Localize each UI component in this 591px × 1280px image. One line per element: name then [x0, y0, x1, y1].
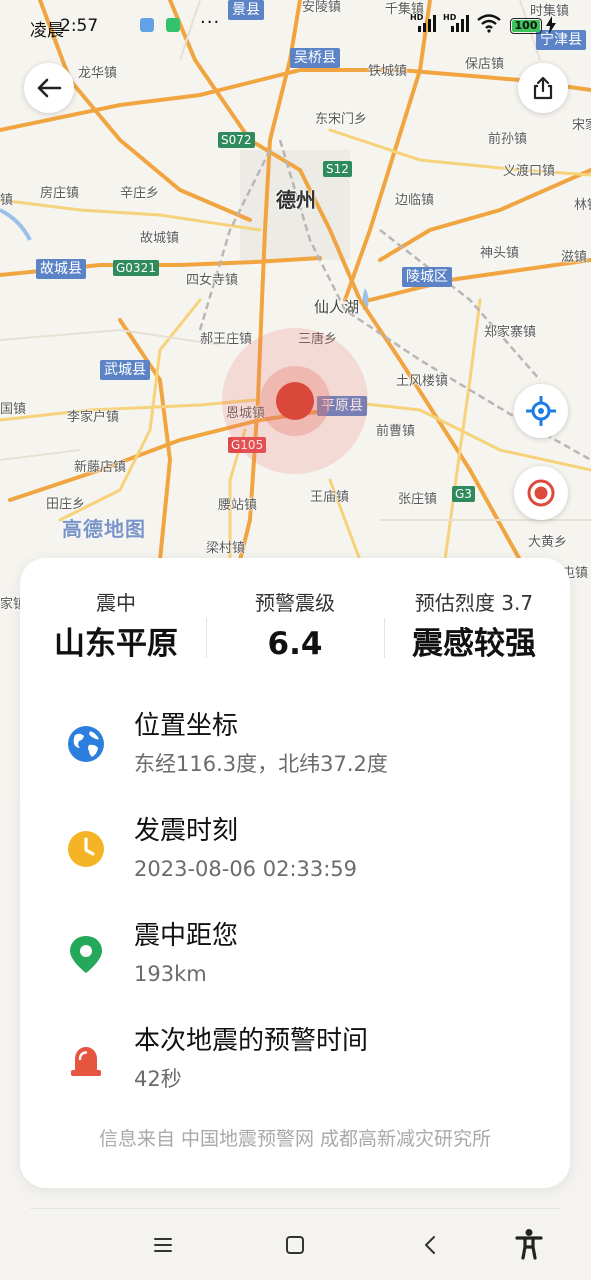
map-label: 郑家寨镇: [484, 325, 537, 340]
app-notification-icon: [140, 18, 154, 32]
share-icon: [533, 76, 553, 100]
map-label: 辛庄乡: [120, 186, 160, 201]
my-location-button[interactable]: [514, 384, 568, 438]
epicenter-caption: 震中: [96, 591, 136, 615]
map-label: 前孙镇: [488, 132, 528, 147]
map-label: 边临镇: [395, 193, 435, 208]
epicenter-marker[interactable]: [276, 382, 314, 420]
chat-notification-icon: [166, 18, 180, 32]
map-label: 郝王庄镇: [200, 332, 253, 347]
nav-divider: [30, 1208, 561, 1209]
map-label: 仙人湖: [314, 298, 360, 316]
map-label: 王庙镇: [310, 490, 350, 505]
magnitude-block: 预警震级 6.4: [205, 590, 385, 663]
location-value: 东经116.3度，北纬37.2度: [134, 752, 388, 776]
wifi-icon: [477, 14, 501, 33]
time-value: 2023-08-06 02:33:59: [134, 857, 358, 881]
county-tag: 武城县: [100, 360, 150, 380]
map-label: 保店镇: [465, 57, 505, 72]
recent-apps-button[interactable]: [143, 1230, 183, 1260]
road-shield: G0321: [113, 260, 159, 276]
map-label: 梁村镇: [206, 541, 246, 556]
map-label: 大黄乡: [528, 535, 568, 550]
globe-icon: [68, 726, 104, 762]
map-label: 林镇: [574, 198, 591, 213]
county-tag: 故城县: [36, 259, 86, 279]
time-title: 发震时刻: [134, 816, 239, 846]
map-label: 房庄镇: [40, 186, 80, 201]
road-shield: G3: [452, 486, 475, 502]
map-label: 新藤店镇: [74, 460, 127, 475]
map-label: 土风楼镇: [396, 374, 449, 389]
location-title: 位置坐标: [134, 711, 239, 741]
magnitude-value: 6.4: [267, 626, 323, 662]
map-label: 神头镇: [480, 246, 520, 261]
location-row: 位置坐标 东经116.3度，北纬37.2度: [64, 710, 534, 790]
epicenter-value: 山东平原: [54, 626, 178, 662]
target-icon: [527, 479, 555, 507]
intensity-value: 震感较强: [412, 626, 536, 662]
distance-value: 193km: [134, 962, 207, 986]
map-label: 国镇: [0, 402, 27, 417]
status-bar: 凌晨 2:57 ··· HD HD 100: [0, 10, 591, 41]
intensity-caption: 预估烈度 3.7: [414, 591, 534, 615]
earthquake-info-card: 震中 山东平原 预警震级 6.4 预估烈度 3.7 震感较强 位置坐标 东经11…: [20, 558, 570, 1188]
county-tag: 吴桥县: [290, 48, 340, 68]
warning-time-title: 本次地震的预警时间: [134, 1026, 369, 1056]
map-label: 前曹镇: [376, 424, 416, 439]
distance-title: 震中距您: [134, 921, 239, 951]
road-shield: S12: [323, 161, 352, 177]
map-label: 铁城镇: [368, 64, 408, 79]
road-shield: S072: [218, 132, 255, 148]
battery-icon: 100: [510, 18, 542, 34]
accessibility-icon: [515, 1229, 543, 1260]
nav-back-button[interactable]: [410, 1230, 450, 1260]
distance-row: 震中距您 193km: [64, 920, 534, 1000]
back-button[interactable]: [24, 63, 74, 113]
warning-time-row: 本次地震的预警时间 42秒: [64, 1025, 534, 1105]
status-label: 凌晨: [30, 21, 64, 41]
accessibility-button[interactable]: [509, 1226, 549, 1262]
arrow-left-icon: [37, 78, 62, 98]
map-label: 李家户镇: [67, 410, 120, 425]
map-label: 腰站镇: [218, 498, 258, 513]
intensity-block: 预估烈度 3.7 震感较强: [384, 590, 564, 663]
signal-icon: [418, 15, 436, 32]
home-button[interactable]: [275, 1230, 315, 1260]
map-label: 滋镇: [561, 250, 588, 265]
battery-level: 100: [514, 19, 538, 32]
map-label: 龙华镇: [78, 66, 118, 81]
map-label: 宋家: [572, 118, 591, 133]
location-pin-icon: [70, 936, 102, 973]
map-label: 义渡口镇: [503, 164, 556, 179]
map-label: 田庄乡: [46, 497, 86, 512]
status-time: 2:57: [60, 16, 99, 36]
map-label: 故城镇: [140, 231, 180, 246]
magnitude-caption: 预警震级: [255, 591, 335, 615]
time-row: 发震时刻 2023-08-06 02:33:59: [64, 815, 534, 895]
map-label: 张庄镇: [398, 492, 438, 507]
crosshair-icon: [526, 396, 556, 426]
data-source-note: 信息来自 中国地震预警网 成都高新减灾研究所: [98, 1128, 492, 1150]
alarm-light-icon: [71, 1047, 101, 1076]
chevron-left-icon: [425, 1236, 435, 1254]
signal-icon: [451, 15, 469, 32]
map-label-city: 德州: [276, 188, 316, 212]
map-label: 东宋门乡: [315, 112, 368, 127]
clock-icon: [68, 831, 104, 867]
charging-icon: [546, 16, 556, 34]
epicenter-block: 震中 山东平原: [26, 590, 206, 663]
square-icon: [286, 1236, 304, 1254]
warning-time-value: 42秒: [134, 1067, 182, 1091]
more-notifications-icon: ···: [200, 12, 221, 33]
map-logo: 高德地图: [62, 517, 146, 541]
share-button[interactable]: [518, 63, 568, 113]
map-label: 四女寺镇: [186, 273, 239, 288]
menu-icon: [154, 1238, 172, 1252]
system-nav-bar: [0, 1208, 591, 1280]
map-label: 镇: [0, 193, 14, 208]
epicenter-focus-button[interactable]: [514, 466, 568, 520]
county-tag: 陵城区: [402, 267, 452, 287]
